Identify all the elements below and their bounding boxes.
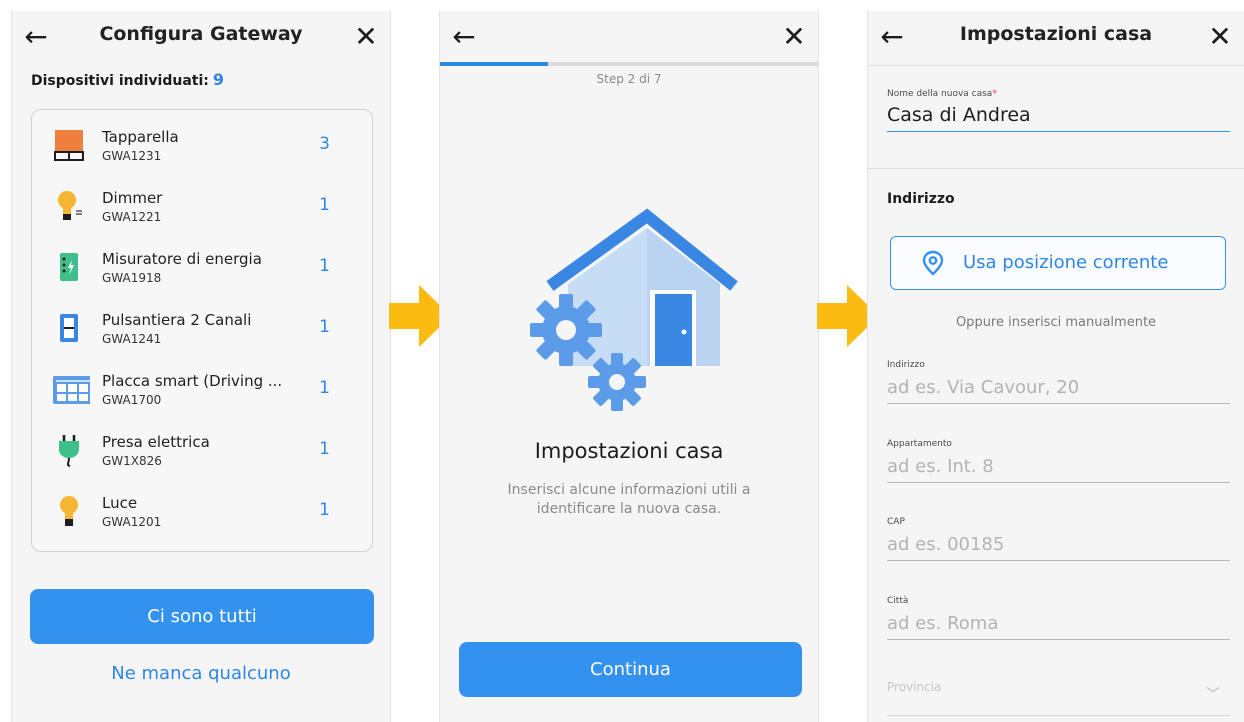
bulb-icon bbox=[60, 496, 78, 526]
top-bar: ← ✕ bbox=[440, 11, 818, 64]
screen-home-settings-form: ← Impostazioni casa ✕ Nome della nuova c… bbox=[867, 11, 1244, 722]
close-icon[interactable]: ✕ bbox=[1204, 21, 1236, 53]
address-input[interactable]: ad es. Via Cavour, 20 bbox=[887, 377, 1230, 404]
apartment-label: Appartamento bbox=[887, 439, 952, 449]
energy-meter-icon bbox=[60, 253, 78, 281]
divider bbox=[868, 168, 1244, 169]
device-code: GWA1700 bbox=[102, 393, 162, 407]
devices-found-summary: Dispositivi individuati: 9 bbox=[31, 70, 224, 89]
device-row-smart-plate[interactable]: Placca smart (Driving ... GWA1700 1 bbox=[32, 360, 372, 420]
plug-icon bbox=[59, 435, 79, 467]
close-icon[interactable]: ✕ bbox=[350, 21, 382, 53]
postal-code-field[interactable]: CAP ad es. 00185 bbox=[887, 517, 1230, 561]
screen-configure-gateway: ← Configura Gateway ✕ Dispositivi indivi… bbox=[11, 11, 391, 722]
device-name: Presa elettrica bbox=[102, 433, 210, 451]
apartment-field[interactable]: Appartamento ad es. Int. 8 bbox=[887, 439, 1230, 483]
top-bar: ← Impostazioni casa ✕ bbox=[868, 11, 1244, 64]
devices-found-count: 9 bbox=[212, 70, 224, 89]
device-row-dimmer[interactable]: Dimmer GWA1221 1 bbox=[32, 177, 372, 237]
screen-home-settings-intro: ← ✕ Step 2 di 7 Impostazioni casa Inseri… bbox=[439, 11, 819, 722]
step-indicator: Step 2 di 7 bbox=[596, 72, 662, 86]
use-current-location-button[interactable]: Usa posizione corrente bbox=[890, 236, 1226, 290]
dimmer-bulb-icon bbox=[58, 191, 82, 220]
apartment-input[interactable]: ad es. Int. 8 bbox=[887, 456, 1230, 483]
missing-devices-link[interactable]: Ne manca qualcuno bbox=[12, 663, 390, 684]
device-code: GWA1231 bbox=[102, 149, 162, 163]
smart-plate-icon bbox=[53, 376, 90, 404]
home-name-field[interactable]: Nome della nuova casa* Casa di Andrea bbox=[887, 89, 1230, 132]
divider bbox=[868, 65, 1244, 66]
device-name: Misuratore di energia bbox=[102, 250, 262, 268]
house-settings-illustration bbox=[530, 208, 738, 411]
chevron-down-icon: ﹀ bbox=[1206, 687, 1220, 703]
close-icon[interactable]: ✕ bbox=[778, 21, 810, 53]
device-row-plug[interactable]: Presa elettrica GW1X826 1 bbox=[32, 421, 372, 481]
province-label: Provincia bbox=[887, 680, 942, 694]
device-count: 3 bbox=[319, 134, 330, 154]
back-arrow-icon[interactable]: ← bbox=[448, 21, 480, 53]
home-name-label: Nome della nuova casa* bbox=[887, 89, 1230, 99]
device-code: GWA1918 bbox=[102, 271, 162, 285]
device-row-energy-meter[interactable]: Misuratore di energia GWA1918 1 bbox=[32, 238, 372, 298]
device-count: 1 bbox=[319, 195, 330, 215]
required-mark: * bbox=[992, 89, 997, 99]
device-code: GW1X826 bbox=[102, 454, 162, 468]
device-count: 1 bbox=[319, 439, 330, 459]
device-count: 1 bbox=[319, 317, 330, 337]
switch-panel-icon bbox=[60, 314, 78, 342]
progress-bar bbox=[440, 62, 818, 66]
city-label: Città bbox=[887, 596, 909, 606]
province-select[interactable]: Provincia ﹀ bbox=[887, 680, 1230, 716]
shutter-icon bbox=[54, 130, 84, 161]
all-found-button[interactable]: Ci sono tutti bbox=[30, 589, 374, 644]
use-current-location-label: Usa posizione corrente bbox=[963, 252, 1169, 273]
address-section-title: Indirizzo bbox=[887, 191, 955, 207]
manual-entry-hint: Oppure inserisci manualmente bbox=[955, 315, 1157, 330]
back-arrow-icon[interactable]: ← bbox=[20, 21, 52, 53]
device-code: GWA1221 bbox=[102, 210, 162, 224]
device-name: Placca smart (Driving ... bbox=[102, 372, 283, 390]
device-row-light[interactable]: Luce GWA1201 1 bbox=[32, 482, 372, 542]
device-row-tapparella[interactable]: Tapparella GWA1231 3 bbox=[32, 116, 372, 176]
location-pin-icon bbox=[922, 250, 944, 276]
device-count: 1 bbox=[319, 378, 330, 398]
device-list: Tapparella GWA1231 3 Dimmer GWA1221 1 Mi… bbox=[31, 109, 373, 552]
device-code: GWA1201 bbox=[102, 515, 162, 529]
page-title: Impostazioni casa bbox=[959, 23, 1153, 45]
progress-bar-fill bbox=[440, 62, 549, 66]
address-field[interactable]: Indirizzo ad es. Via Cavour, 20 bbox=[887, 360, 1230, 404]
address-label: Indirizzo bbox=[887, 360, 925, 370]
page-title: Configura Gateway bbox=[99, 23, 303, 45]
continue-button[interactable]: Continua bbox=[459, 642, 802, 697]
home-name-label-text: Nome della nuova casa bbox=[887, 89, 993, 99]
postal-code-label: CAP bbox=[887, 517, 905, 527]
devices-found-label: Dispositivi individuati: bbox=[31, 73, 209, 89]
page-title: Impostazioni casa bbox=[534, 439, 724, 463]
city-input[interactable]: ad es. Roma bbox=[887, 613, 1230, 640]
device-name: Luce bbox=[102, 494, 138, 512]
device-name: Dimmer bbox=[102, 189, 163, 207]
device-name: Pulsantiera 2 Canali bbox=[102, 311, 252, 329]
home-name-input[interactable]: Casa di Andrea bbox=[887, 104, 1230, 132]
city-field[interactable]: Città ad es. Roma bbox=[887, 596, 1230, 640]
device-code: GWA1241 bbox=[102, 332, 162, 346]
device-name: Tapparella bbox=[102, 128, 179, 146]
postal-code-input[interactable]: ad es. 00185 bbox=[887, 534, 1230, 561]
device-count: 1 bbox=[319, 256, 330, 276]
device-row-switch-panel[interactable]: Pulsantiera 2 Canali GWA1241 1 bbox=[32, 299, 372, 359]
top-bar: ← Configura Gateway ✕ bbox=[12, 11, 390, 64]
page-subtitle: Inserisci alcune informazioni utili a id… bbox=[507, 482, 751, 517]
back-arrow-icon[interactable]: ← bbox=[876, 21, 908, 53]
device-count: 1 bbox=[319, 500, 330, 520]
